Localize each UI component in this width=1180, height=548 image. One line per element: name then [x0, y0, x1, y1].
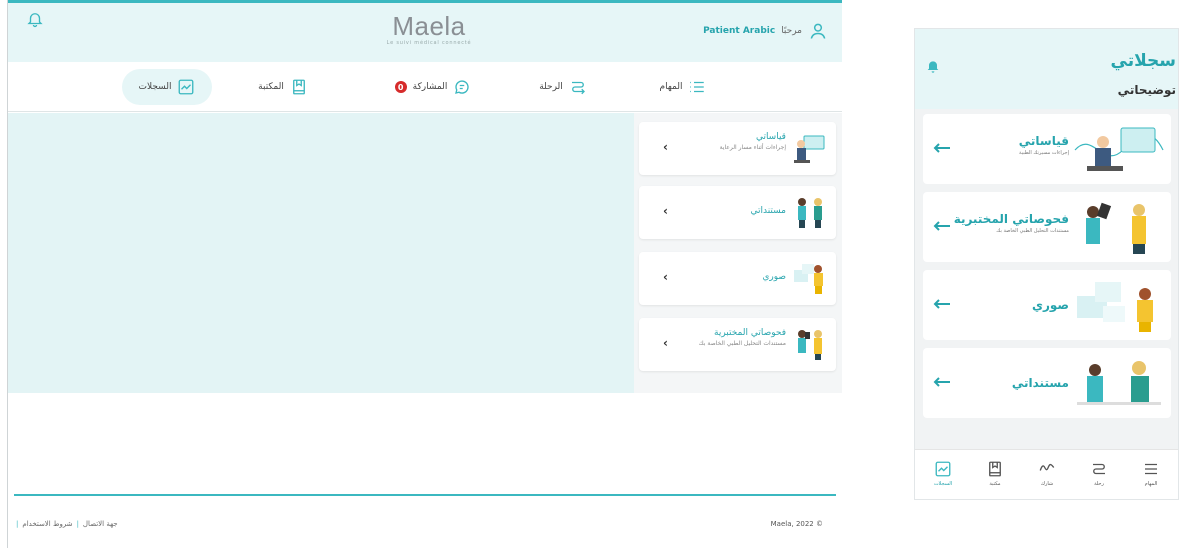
nav-library[interactable]: المكتبة [238, 69, 328, 105]
mobile-tab-label: مكتبة [989, 481, 1001, 487]
mobile-card-text: فحوصاتي المختبرية مستندات التحليل الطبي … [949, 212, 1069, 235]
library-icon [292, 79, 305, 95]
card-measurements[interactable]: ‹ قياساتي إجراءات أثناء مسار الرعاية [639, 122, 836, 175]
footer-divider [14, 494, 836, 496]
card-title: صوري [762, 272, 786, 282]
mobile-card-title: صوري [1031, 298, 1069, 312]
chevron-left-icon: ‹ [663, 204, 668, 218]
bell-icon[interactable] [925, 57, 941, 75]
nav-share-label: المشاركة [412, 82, 448, 92]
list-icon [690, 81, 705, 93]
nav-records-label: السجلات [138, 82, 172, 92]
footer-separator: | [16, 520, 19, 528]
copyright: Maela, 2022 © [770, 520, 823, 528]
user-greeting[interactable]: مرحبًا Patient Arabic [703, 21, 828, 41]
library-icon [989, 461, 1001, 477]
mobile-card-text: مستنداتي [949, 376, 1069, 390]
card-text: فحوصاتي المختبرية مستندات التحليل الطبي … [676, 328, 786, 348]
app-header: Maela Le suivi médical connecté مرحبًا P… [8, 3, 842, 62]
images-illustration-icon [1077, 282, 1153, 332]
card-title: مستنداتي [750, 206, 786, 216]
card-lab-tests[interactable]: ‹ فحوصاتي المختبرية مستندات التحليل الطب… [639, 318, 836, 371]
notification-badge: 0 [394, 81, 407, 93]
mobile-card-subtitle: إجراءات مسيرتك الطبية [1019, 150, 1069, 156]
chevron-left-icon: ‹ [663, 140, 668, 154]
card-images[interactable]: ‹ صوري [639, 252, 836, 305]
mobile-card-title: مستنداتي [1011, 376, 1069, 390]
footer-links: جهة الاتصال | شروط الاستخدام | [16, 520, 118, 528]
maela-logo[interactable]: Maela Le suivi médical connecté [384, 13, 474, 53]
list-icon [1145, 463, 1157, 475]
chat-icon [455, 80, 469, 94]
measurements-illustration-icon [1074, 127, 1164, 171]
card-text: صوري [676, 272, 786, 282]
records-icon [935, 461, 951, 477]
lab-tests-illustration-icon [798, 330, 822, 360]
mobile-card-measurements[interactable]: قياساتي إجراءات مسيرتك الطبية [923, 114, 1171, 184]
journey-icon [1093, 463, 1105, 475]
mobile-tab-library[interactable]: مكتبة [975, 460, 1015, 487]
chevron-left-icon: ‹ [663, 336, 668, 350]
mobile-card-title: قياساتي [1018, 134, 1069, 148]
measurements-illustration-icon [794, 135, 825, 163]
terms-link[interactable]: شروط الاستخدام [22, 520, 72, 528]
journey-icon [571, 81, 585, 95]
chat-icon [1039, 463, 1055, 471]
card-subtitle: إجراءات أثناء مسار الرعاية [719, 144, 786, 151]
mobile-page-subtitle: توضيحاتي [1117, 83, 1176, 97]
nav-library-label: المكتبة [258, 82, 284, 92]
documents-illustration-icon [798, 198, 822, 228]
mobile-tab-label: المهام [1144, 481, 1158, 487]
mobile-tab-label: السجلات [933, 481, 953, 487]
mobile-tab-records[interactable]: السجلات [923, 460, 963, 487]
chevron-left-icon: ‹ [663, 270, 668, 284]
mobile-card-text: صوري [949, 298, 1069, 312]
user-icon [810, 23, 826, 39]
card-title: فحوصاتي المختبرية [714, 328, 786, 338]
mobile-card-text: قياساتي إجراءات مسيرتك الطبية [949, 134, 1069, 157]
card-text: مستنداتي [676, 206, 786, 216]
greeting-user: Patient Arabic [703, 26, 776, 36]
mobile-tab-label: شارك [1040, 481, 1054, 487]
nav-tasks[interactable]: المهام [638, 69, 728, 105]
mobile-card-images[interactable]: صوري [923, 270, 1171, 340]
mobile-tab-tasks[interactable]: المهام [1131, 460, 1171, 487]
mobile-card-list: قياساتي إجراءات مسيرتك الطبية فحوصاتي ال… [915, 109, 1178, 449]
lab-tests-illustration-icon [1086, 202, 1146, 254]
card-text: قياساتي إجراءات أثناء مسار الرعاية [676, 132, 786, 152]
main-nav: المهام الرحلة المشاركة 0 المكتبة السجلات [8, 62, 842, 112]
screenshot-root: Maela Le suivi médical connecté مرحبًا P… [0, 0, 1180, 548]
footer-separator: | [76, 520, 79, 528]
records-panel: ‹ قياساتي إجراءات أثناء مسار الرعاية ‹ م… [8, 113, 842, 393]
nav-journey[interactable]: الرحلة [518, 69, 608, 105]
mobile-card-subtitle: مستندات التحليل الطبي الخاصة بك [996, 228, 1069, 234]
desktop-app: Maela Le suivi médical connecté مرحبًا P… [7, 0, 842, 548]
records-icon [179, 79, 194, 95]
mobile-tab-label: رحلة [1094, 481, 1104, 487]
mobile-card-documents[interactable]: مستنداتي [923, 348, 1171, 418]
nav-records[interactable]: السجلات [122, 69, 212, 105]
card-subtitle: مستندات التحليل الطبي الخاصة بك [698, 340, 786, 347]
images-illustration-icon [794, 264, 823, 294]
mobile-tab-share[interactable]: شارك [1027, 460, 1067, 487]
mobile-card-title: فحوصاتي المختبرية [953, 212, 1069, 226]
card-title: قياساتي [755, 132, 786, 142]
mobile-card-lab-tests[interactable]: فحوصاتي المختبرية مستندات التحليل الطبي … [923, 192, 1171, 262]
bell-icon[interactable] [26, 9, 44, 29]
nav-share[interactable]: المشاركة 0 [378, 69, 488, 105]
logo-tagline: Le suivi médical connecté [386, 40, 472, 46]
mobile-page-title: سجلاتي [1110, 51, 1176, 71]
nav-journey-label: الرحلة [539, 82, 563, 92]
logo-wordmark: Maela [392, 11, 466, 41]
contact-link[interactable]: جهة الاتصال [83, 520, 118, 528]
mobile-tab-bar: السجلات مكتبة شارك رحلة المهام [915, 449, 1178, 499]
mobile-header: سجلاتي توضيحاتي [915, 29, 1178, 109]
mobile-app: سجلاتي توضيحاتي قياساتي إجراءات مسيرتك ا… [914, 28, 1179, 500]
documents-illustration-icon [1077, 361, 1161, 405]
mobile-tab-journey[interactable]: رحلة [1079, 460, 1119, 487]
nav-tasks-label: المهام [659, 82, 683, 92]
greeting-prefix: مرحبًا [781, 26, 802, 36]
card-documents[interactable]: ‹ مستنداتي [639, 186, 836, 239]
